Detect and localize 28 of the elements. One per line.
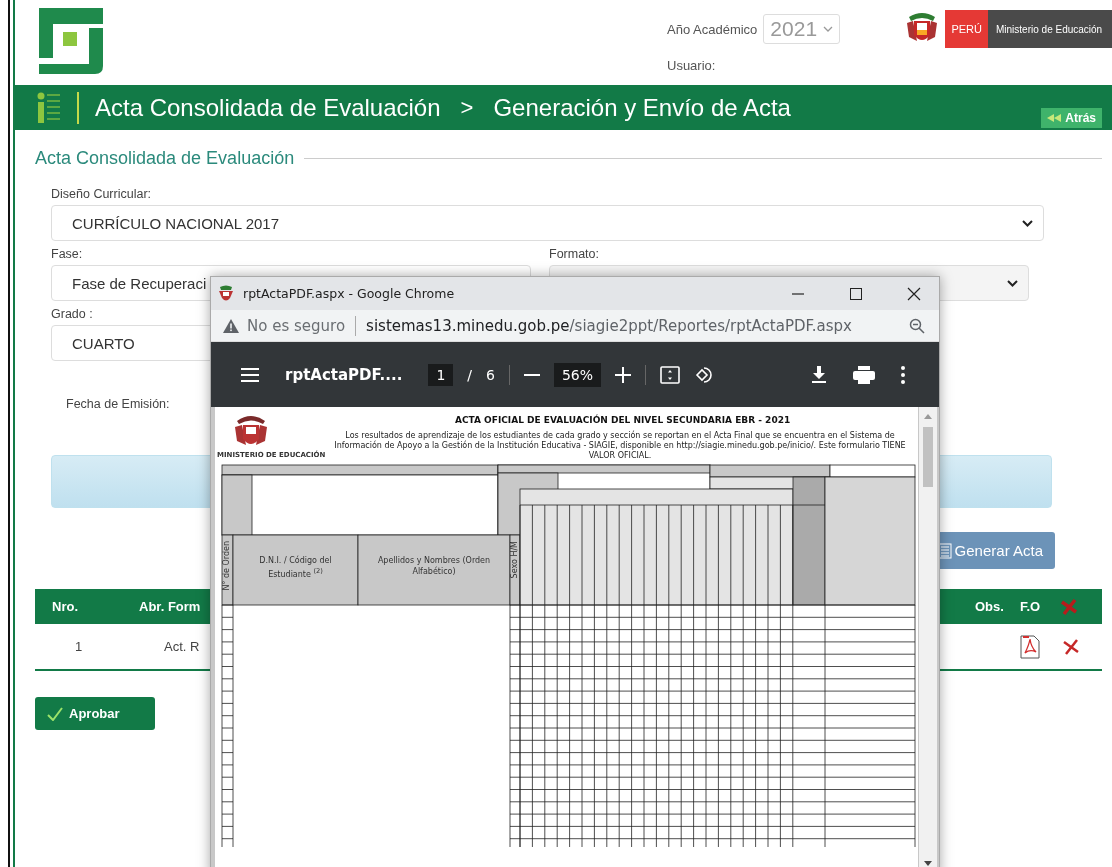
field-label: Formato: [549,247,600,261]
column-header: Sexo H/M [510,541,520,579]
document-title: ACTA OFICIAL DE EVALUACIÓN DEL NIVEL SECUNDARIA EBR - 2021 [455,415,791,425]
section-title: Acta Consolidada de Evaluación [35,148,295,169]
column-header: D.N.I. / Código del Estudiante $^{(2)}$ [258,555,333,580]
table-cell-text: 1 [74,639,84,654]
column-header: F.O [1020,599,1042,614]
column-header: N° de Orden [222,541,232,591]
file-name: rptActaPDF.... [285,365,403,384]
column-header: Abr. Form [139,599,202,614]
document-intro: Los resultados de aprendizaje de los estudiantes de cada grado y sección se reportan en el Acta Final que se encuentra en el Sistema de Información de Apoyo a la Gestión de la Institución Educativa - SIAGIE, disponible en http://siagie.minedu.gob.pe/inicio/. Este formulario TIENE VALOR OFICIAL. [333,431,907,461]
page-count: 6 [486,366,495,383]
table-cell-text: Act. R [164,639,201,654]
field-label: Diseño Curricular: [51,187,153,201]
breadcrumb-separator: > [460,94,474,121]
country-badge: PERÚ [945,10,988,48]
page-separator: / [467,366,473,383]
field-label: Fase: [51,247,84,261]
column-header: Apellidos y Nombres (Orden Alfabético) [376,555,492,577]
academic-year-label: Año Académico [667,21,758,37]
column-header: Obs. [975,599,1005,614]
column-header: Nro. [51,599,79,614]
user-label: Usuario: [667,58,717,73]
ministry-name: Ministerio de Educación [988,10,1112,48]
field-label: Fecha de Emisión: [66,397,171,411]
field-label: Grado : [51,307,94,321]
window-title: rptActaPDF.aspx - Google Chrome [243,286,455,301]
security-status: No es seguro [247,316,346,335]
